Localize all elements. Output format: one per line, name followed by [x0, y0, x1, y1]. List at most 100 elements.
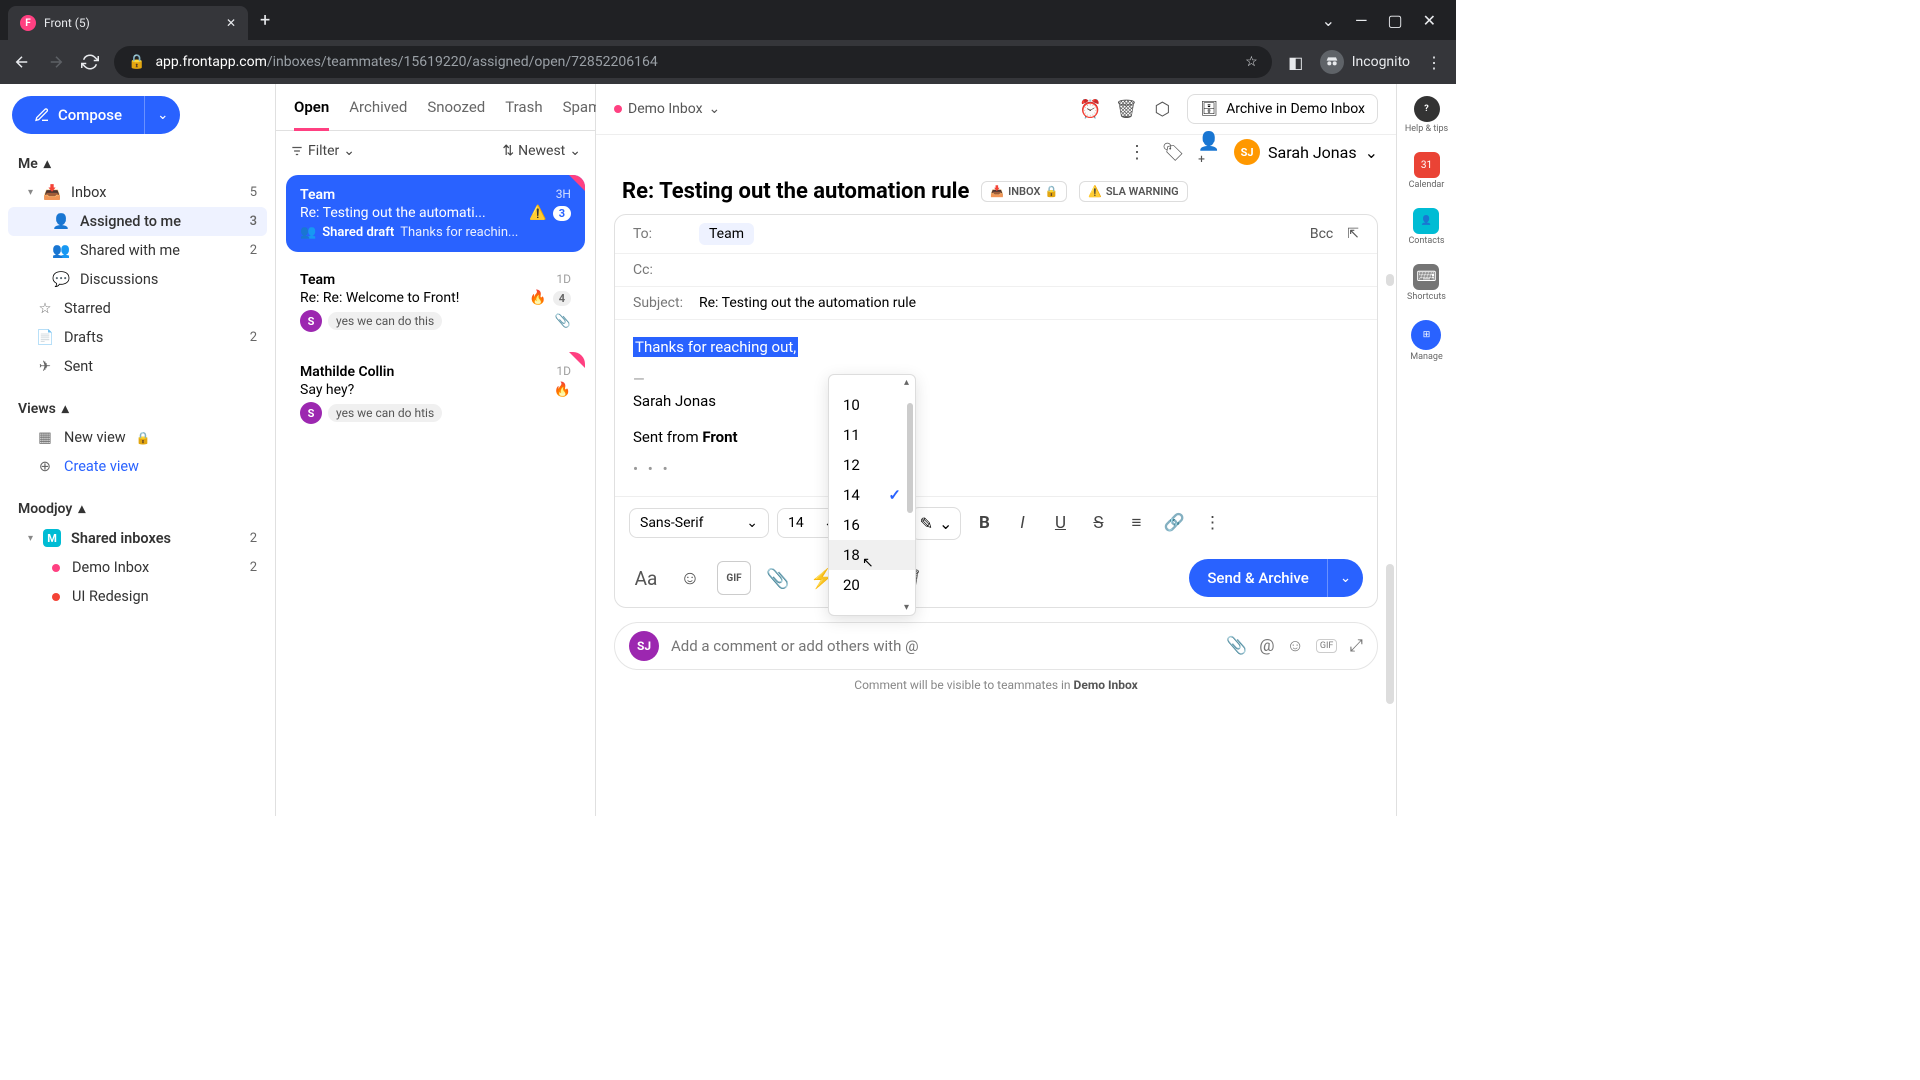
cc-field[interactable]: Cc:	[615, 254, 1377, 287]
sidebar-item-drafts[interactable]: 📄 Drafts 2	[8, 323, 267, 352]
section-views[interactable]: Views ▴	[8, 395, 267, 423]
message-title: Re: Testing out the automation rule	[622, 179, 969, 204]
sort-button[interactable]: ⇅ Newest ⌄	[502, 143, 581, 159]
link-icon[interactable]: 🔗	[1159, 508, 1189, 538]
maximize-icon[interactable]: ▢	[1387, 11, 1402, 30]
sidebar-item-new-view[interactable]: ▦ New view 🔒	[8, 423, 267, 452]
scrollbar[interactable]	[907, 403, 913, 513]
emoji-icon[interactable]: ☺	[673, 561, 707, 595]
tag-icon[interactable]: 🏷	[1162, 141, 1184, 163]
rail-contacts[interactable]: 👤Contacts	[1408, 208, 1444, 246]
rail-shortcuts[interactable]: ⌨Shortcuts	[1407, 264, 1446, 302]
tab-close-icon[interactable]: ✕	[226, 16, 236, 30]
extensions-icon[interactable]: ◧	[1286, 52, 1306, 72]
sidebar-item-shared[interactable]: 👥 Shared with me 2	[8, 236, 267, 265]
tab-archived[interactable]: Archived	[349, 98, 407, 130]
sidebar-item-inbox[interactable]: ▾ 📥 Inbox 5	[8, 178, 267, 207]
gif-icon[interactable]: GIF	[717, 561, 751, 595]
compose-dropdown[interactable]: ⌄	[144, 96, 180, 134]
rail-help[interactable]: ?Help & tips	[1405, 96, 1448, 134]
spam-icon[interactable]: ⬡	[1151, 98, 1173, 120]
sort-icon: ⇅	[502, 143, 514, 159]
italic-icon[interactable]: I	[1007, 508, 1037, 538]
sidebar-item-starred[interactable]: ☆ Starred	[8, 294, 267, 323]
section-me[interactable]: Me ▴	[8, 150, 267, 178]
forward-icon[interactable]	[46, 52, 66, 72]
text-style-icon[interactable]: Aa	[629, 561, 663, 595]
rail-calendar[interactable]: 31Calendar	[1409, 152, 1445, 190]
font-size-option[interactable]: 12	[829, 450, 915, 480]
sidebar-item-create-view[interactable]: ⊕ Create view	[8, 452, 267, 481]
inbox-tag[interactable]: 📥 INBOX 🔒	[981, 181, 1067, 202]
conversation-card[interactable]: Team3H Re: Testing out the automati... ⚠…	[286, 175, 585, 252]
list-icon[interactable]: ≡	[1121, 508, 1151, 538]
underline-icon[interactable]: U	[1045, 508, 1075, 538]
archive-button[interactable]: 🗄 Archive in Demo Inbox	[1187, 94, 1378, 124]
back-icon[interactable]	[12, 52, 32, 72]
tab-dropdown-icon[interactable]: ⌄	[1322, 11, 1335, 30]
font-size-option[interactable]: 11	[829, 420, 915, 450]
minimize-icon[interactable]: ―	[1355, 11, 1368, 30]
sidebar-item-sent[interactable]: ✈ Sent	[8, 352, 267, 381]
sidebar-item-shared-inboxes[interactable]: ▾ M Shared inboxes 2	[8, 523, 267, 553]
close-window-icon[interactable]: ✕	[1423, 11, 1436, 30]
send-dropdown[interactable]: ⌄	[1327, 559, 1363, 597]
bold-icon[interactable]: B	[969, 508, 999, 538]
bookmark-icon[interactable]: ☆	[1245, 54, 1258, 70]
expand-icon[interactable]: ⤢	[1349, 636, 1363, 656]
url-bar[interactable]: 🔒 app.frontapp.com/inboxes/teammates/156…	[114, 46, 1272, 78]
scrollbar[interactable]	[1386, 274, 1394, 286]
font-size-option[interactable]: 16	[829, 510, 915, 540]
scroll-up-icon[interactable]: ▴	[829, 375, 915, 390]
sidebar-item-demo-inbox[interactable]: Demo Inbox 2	[8, 553, 267, 582]
attachment-icon[interactable]: 📎	[761, 561, 795, 595]
inbox-selector[interactable]: Demo Inbox ⌄	[614, 101, 720, 117]
scrollbar[interactable]	[1386, 564, 1394, 704]
filter-button[interactable]: Filter ⌄	[290, 143, 355, 159]
gif-icon[interactable]: GIF	[1316, 639, 1338, 653]
scroll-down-icon[interactable]: ▾	[829, 600, 915, 615]
emoji-icon[interactable]: ☺	[1286, 636, 1303, 656]
attachment-icon[interactable]: 📎	[1226, 636, 1247, 656]
font-size-option[interactable]: 10	[829, 390, 915, 420]
sidebar-item-ui-redesign[interactable]: UI Redesign	[8, 582, 267, 611]
sla-tag[interactable]: ⚠️ SLA WARNING	[1079, 181, 1188, 202]
snooze-icon[interactable]: ⏰	[1079, 98, 1101, 120]
assign-icon[interactable]: 👤⁺	[1198, 141, 1220, 163]
send-archive-button[interactable]: Send & Archive	[1189, 559, 1326, 597]
tab-snoozed[interactable]: Snoozed	[427, 98, 485, 130]
comment-input[interactable]	[671, 637, 1214, 655]
to-field[interactable]: To: Team Bcc ⇱	[615, 215, 1377, 254]
new-tab-button[interactable]: +	[260, 10, 270, 31]
mention-icon[interactable]: @	[1259, 636, 1274, 656]
section-moodjoy[interactable]: Moodjoy ▴	[8, 495, 267, 523]
highlight-color-button[interactable]: ✎⌄	[911, 507, 962, 540]
recipient-chip[interactable]: Team	[699, 223, 754, 245]
font-size-option[interactable]: 20	[829, 570, 915, 600]
discussions-icon: 💬	[52, 271, 70, 288]
comment-bar[interactable]: SJ 📎 @ ☺ GIF ⤢	[614, 622, 1378, 670]
font-family-select[interactable]: Sans-Serif⌄	[629, 508, 769, 538]
bcc-toggle[interactable]: Bcc	[1310, 226, 1333, 242]
tab-open[interactable]: Open	[294, 98, 329, 131]
conversation-card[interactable]: Mathilde Collin1D Say hey? 🔥 S yes we ca…	[286, 352, 585, 436]
message-body[interactable]: Thanks for reaching out, — Sarah Jonas S…	[615, 320, 1377, 496]
rail-manage[interactable]: ⊞Manage	[1410, 320, 1442, 362]
strikethrough-icon[interactable]: S	[1083, 508, 1113, 538]
browser-menu-icon[interactable]: ⋮	[1424, 52, 1444, 72]
browser-tab[interactable]: F Front (5) ✕	[8, 6, 248, 40]
font-size-option[interactable]: 14✓	[829, 480, 915, 510]
show-trimmed[interactable]: • • •	[633, 460, 1359, 478]
compose-button[interactable]: Compose	[12, 96, 144, 134]
reload-icon[interactable]	[80, 52, 100, 72]
popout-icon[interactable]: ⇱	[1347, 226, 1359, 242]
sidebar-item-discussions[interactable]: 💬 Discussions	[8, 265, 267, 294]
trash-icon[interactable]: 🗑	[1115, 98, 1137, 120]
sidebar-item-assigned[interactable]: 👤 Assigned to me 3	[8, 207, 267, 236]
tab-trash[interactable]: Trash	[505, 98, 542, 130]
assignee-selector[interactable]: SJ Sarah Jonas ⌄	[1234, 139, 1378, 165]
more-format-icon[interactable]: ⋮	[1197, 508, 1227, 538]
conversation-card[interactable]: Team1D Re: Re: Welcome to Front! 🔥 4 S y…	[286, 260, 585, 344]
more-icon[interactable]: ⋮	[1126, 141, 1148, 163]
subject-field[interactable]: Subject: Re: Testing out the automation …	[615, 287, 1377, 320]
